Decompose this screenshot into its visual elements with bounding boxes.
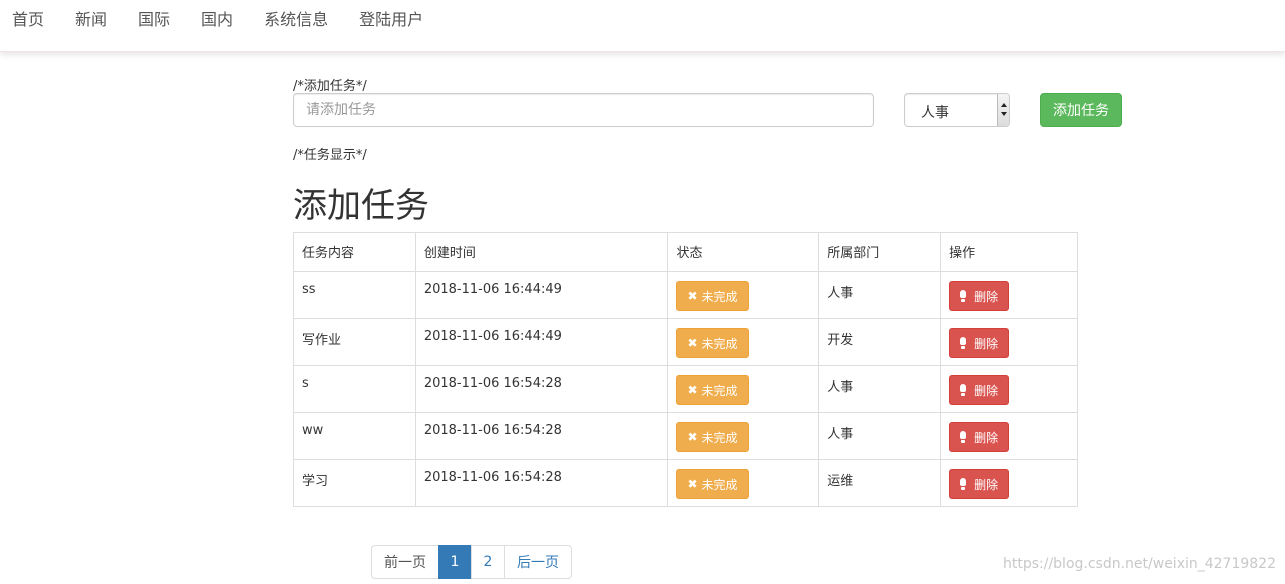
exclamation-icon bbox=[960, 337, 967, 349]
status-label: 未完成 bbox=[701, 477, 738, 492]
nav-item-home[interactable]: 首页 bbox=[12, 6, 44, 30]
status-cell: ✖ 未完成 bbox=[667, 271, 820, 319]
table-row: 写作业 2018-11-06 16:44:49 ✖ 未完成 开发 删除 bbox=[293, 318, 1078, 366]
page-button-1[interactable]: 1 bbox=[438, 545, 472, 579]
task-created-time: 2018-11-06 16:54:28 bbox=[414, 365, 669, 413]
nav-item-news[interactable]: 新闻 bbox=[75, 6, 107, 30]
status-cell: ✖ 未完成 bbox=[667, 318, 820, 366]
table-row: s 2018-11-06 16:54:28 ✖ 未完成 人事 删除 bbox=[293, 365, 1078, 413]
watermark: https://blog.csdn.net/weixin_42719822 bbox=[1002, 556, 1276, 572]
x-icon: ✖ bbox=[687, 336, 698, 350]
task-created-time: 2018-11-06 16:54:28 bbox=[414, 412, 669, 460]
delete-button[interactable]: 删除 bbox=[949, 281, 1010, 311]
nav-item-international[interactable]: 国际 bbox=[138, 6, 170, 30]
department-select-value: 人事 bbox=[921, 105, 949, 121]
task-department: 人事 bbox=[818, 271, 942, 319]
table-row: ww 2018-11-06 16:54:28 ✖ 未完成 人事 删除 bbox=[293, 412, 1078, 460]
x-icon: ✖ bbox=[687, 430, 698, 444]
table-row: 学习 2018-11-06 16:54:28 ✖ 未完成 运维 删除 bbox=[293, 459, 1078, 507]
delete-label: 删除 bbox=[974, 477, 999, 492]
section-title: 添加任务 bbox=[293, 186, 429, 226]
x-icon: ✖ bbox=[687, 383, 698, 397]
task-table: 任务内容 创建时间 状态 所属部门 操作 ss 2018-11-06 16:44… bbox=[293, 232, 1078, 507]
status-button[interactable]: ✖ 未完成 bbox=[676, 281, 749, 311]
task-created-time: 2018-11-06 16:44:49 bbox=[414, 318, 669, 366]
status-button[interactable]: ✖ 未完成 bbox=[676, 422, 749, 452]
exclamation-icon bbox=[960, 478, 967, 490]
select-spinner-icon bbox=[997, 94, 1009, 126]
top-navbar: 首页 新闻 国际 国内 系统信息 登陆用户 bbox=[0, 0, 1285, 52]
next-page-button[interactable]: 后一页 bbox=[504, 545, 572, 579]
status-label: 未完成 bbox=[701, 383, 738, 398]
delete-label: 删除 bbox=[974, 430, 999, 445]
x-icon: ✖ bbox=[687, 289, 698, 303]
delete-button[interactable]: 删除 bbox=[949, 422, 1010, 452]
pagination: 前一页 1 2 后一页 bbox=[371, 545, 572, 579]
task-created-time: 2018-11-06 16:54:28 bbox=[414, 459, 669, 507]
action-cell: 删除 bbox=[940, 459, 1078, 507]
nav-item-login-user[interactable]: 登陆用户 bbox=[359, 6, 423, 30]
show-task-comment: /*任务显示*/ bbox=[293, 148, 367, 163]
x-icon: ✖ bbox=[687, 477, 698, 491]
department-select[interactable]: 人事 bbox=[904, 93, 1010, 127]
page-button-2[interactable]: 2 bbox=[471, 545, 505, 579]
status-label: 未完成 bbox=[701, 336, 738, 351]
action-cell: 删除 bbox=[940, 412, 1078, 460]
task-content: ww bbox=[293, 412, 416, 460]
task-input[interactable] bbox=[293, 93, 874, 127]
task-department: 运维 bbox=[818, 459, 942, 507]
status-label: 未完成 bbox=[701, 430, 738, 445]
nav-item-domestic[interactable]: 国内 bbox=[201, 6, 233, 30]
action-cell: 删除 bbox=[940, 365, 1078, 413]
task-content: 写作业 bbox=[293, 318, 416, 366]
task-created-time: 2018-11-06 16:44:49 bbox=[414, 271, 669, 319]
status-cell: ✖ 未完成 bbox=[667, 412, 820, 460]
action-cell: 删除 bbox=[940, 271, 1078, 319]
header-status: 状态 bbox=[667, 232, 820, 272]
task-department: 人事 bbox=[818, 365, 942, 413]
delete-label: 删除 bbox=[974, 289, 999, 304]
table-header-row: 任务内容 创建时间 状态 所属部门 操作 bbox=[293, 232, 1078, 272]
task-department: 人事 bbox=[818, 412, 942, 460]
task-department: 开发 bbox=[818, 318, 942, 366]
status-cell: ✖ 未完成 bbox=[667, 459, 820, 507]
status-button[interactable]: ✖ 未完成 bbox=[676, 469, 749, 499]
delete-label: 删除 bbox=[974, 383, 999, 398]
nav-menu: 首页 新闻 国际 国内 系统信息 登陆用户 bbox=[0, 0, 1285, 36]
delete-button[interactable]: 删除 bbox=[949, 328, 1010, 358]
delete-button[interactable]: 删除 bbox=[949, 469, 1010, 499]
header-created-time: 创建时间 bbox=[414, 232, 669, 272]
nav-item-system-info[interactable]: 系统信息 bbox=[264, 6, 328, 30]
task-content: s bbox=[293, 365, 416, 413]
delete-label: 删除 bbox=[974, 336, 999, 351]
delete-button[interactable]: 删除 bbox=[949, 375, 1010, 405]
prev-page-button[interactable]: 前一页 bbox=[371, 545, 439, 579]
exclamation-icon bbox=[960, 431, 967, 443]
status-label: 未完成 bbox=[701, 289, 738, 304]
status-cell: ✖ 未完成 bbox=[667, 365, 820, 413]
status-button[interactable]: ✖ 未完成 bbox=[676, 328, 749, 358]
task-content: ss bbox=[293, 271, 416, 319]
status-button[interactable]: ✖ 未完成 bbox=[676, 375, 749, 405]
header-department: 所属部门 bbox=[818, 232, 942, 272]
exclamation-icon bbox=[960, 290, 967, 302]
header-action: 操作 bbox=[940, 232, 1078, 272]
add-task-button[interactable]: 添加任务 bbox=[1040, 93, 1122, 127]
exclamation-icon bbox=[960, 384, 967, 396]
add-task-comment: /*添加任务*/ bbox=[293, 79, 367, 94]
action-cell: 删除 bbox=[940, 318, 1078, 366]
table-row: ss 2018-11-06 16:44:49 ✖ 未完成 人事 删除 bbox=[293, 271, 1078, 319]
header-content: 任务内容 bbox=[293, 232, 416, 272]
task-content: 学习 bbox=[293, 459, 416, 507]
